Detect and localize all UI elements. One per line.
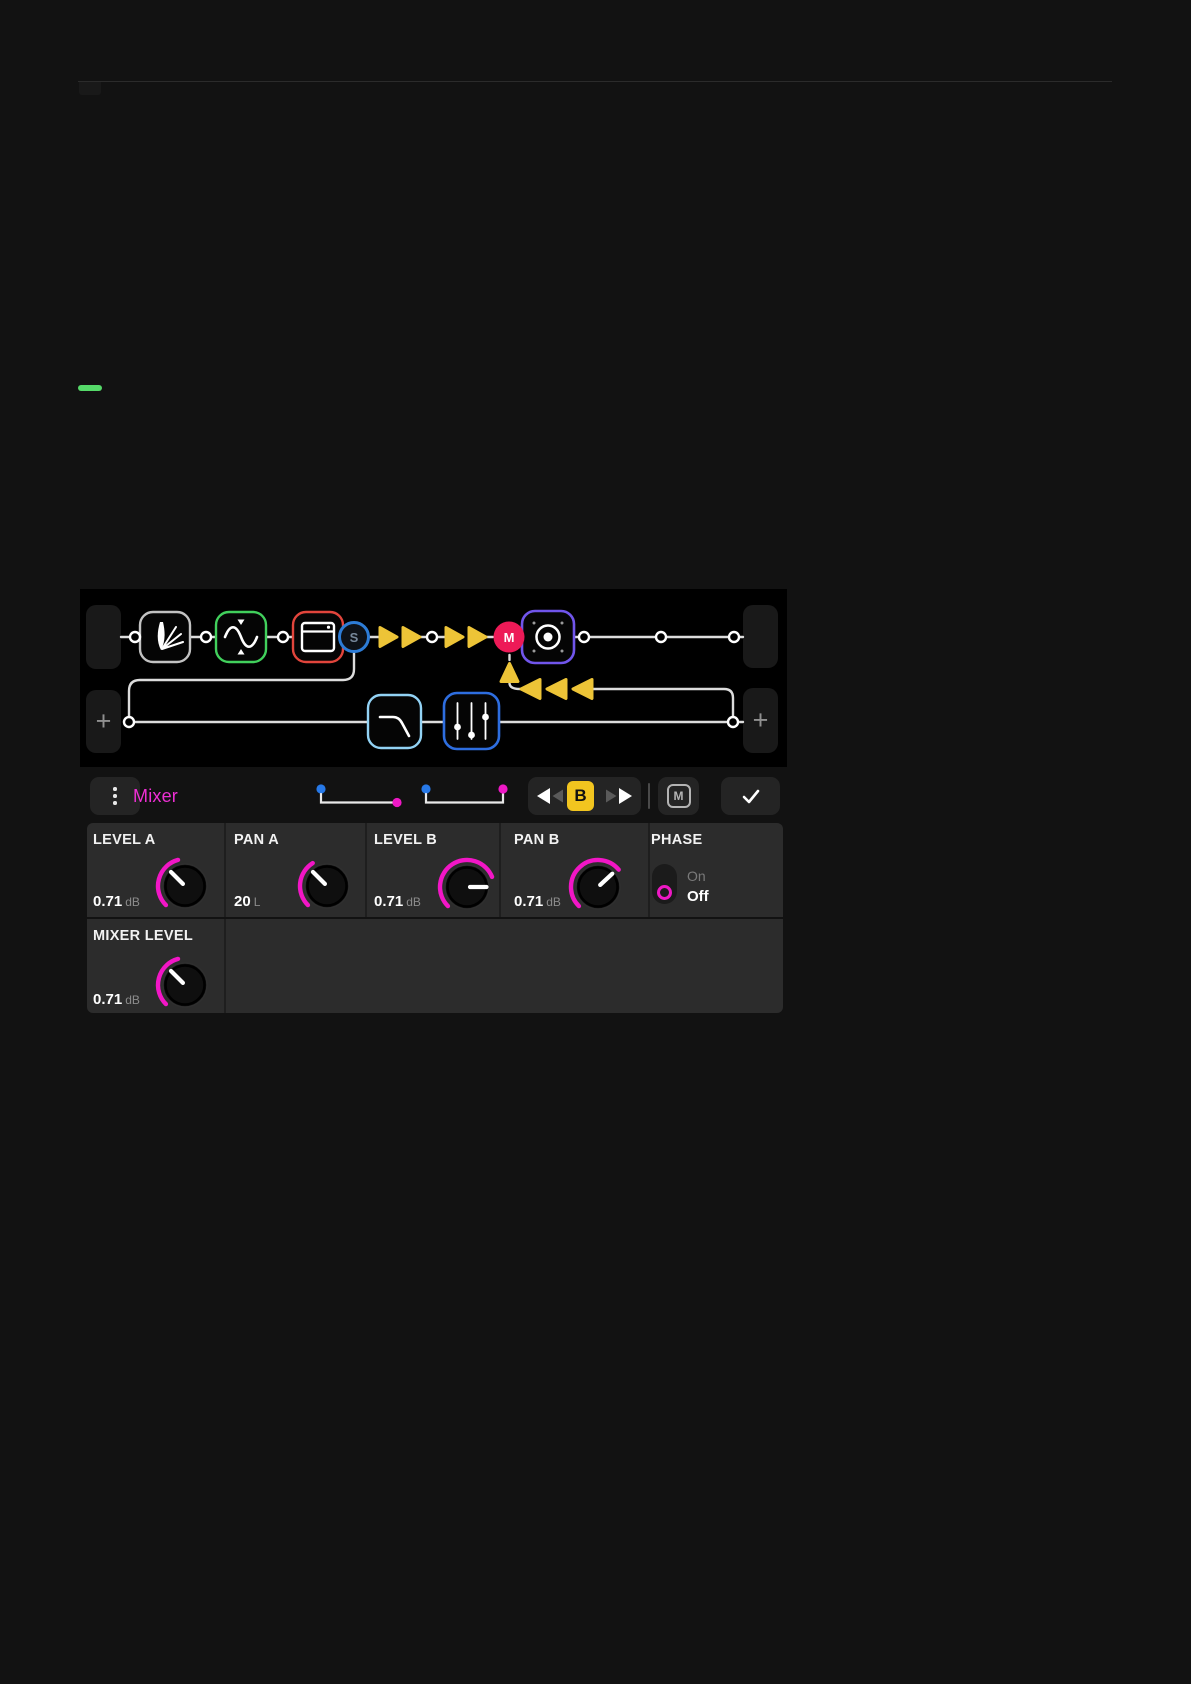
arrow-right-icon (380, 628, 397, 647)
add-block-right-button[interactable]: + (743, 688, 778, 753)
phase-off-indicator-icon (657, 885, 672, 900)
top-divider-notch (79, 82, 101, 95)
param-value: 0.71dB (93, 893, 140, 910)
connection-node (656, 632, 666, 642)
pan-b-knob[interactable] (566, 855, 630, 919)
block-cab[interactable] (522, 611, 574, 663)
signal-wires (121, 637, 743, 722)
param-label: LEVEL A (93, 832, 156, 848)
parameters-row-2: MIXER LEVEL 0.71dB (87, 919, 783, 1013)
connection-node (729, 632, 739, 642)
block-mixer-selected[interactable] (444, 693, 499, 749)
level-a-knob[interactable] (153, 854, 217, 918)
arrow-left-icon (573, 680, 592, 699)
header-separator (648, 783, 650, 809)
param-value: 0.71dB (374, 893, 421, 910)
previous-path-icon[interactable] (537, 788, 565, 804)
block-modulation[interactable] (216, 612, 266, 662)
range-start-dot (421, 784, 430, 793)
range-down-indicator[interactable] (313, 780, 408, 810)
block-low-pass-filter[interactable] (368, 695, 421, 748)
connection-node (278, 632, 288, 642)
param-label: PHASE (651, 832, 702, 848)
green-indicator-dash (78, 385, 102, 391)
connection-node (130, 632, 140, 642)
connection-node (124, 717, 134, 727)
param-label: LEVEL B (374, 832, 437, 848)
merge-node[interactable]: M (494, 622, 525, 653)
block-spring-reverb[interactable] (140, 612, 190, 662)
top-divider (78, 81, 1112, 82)
param-label: PAN A (234, 832, 279, 848)
param-label: PAN B (514, 832, 560, 848)
svg-text:+: + (753, 705, 769, 735)
connection-node (427, 632, 437, 642)
output-endpoint-block[interactable] (743, 605, 778, 668)
arrow-left-icon (521, 680, 540, 699)
checkmark-icon (739, 785, 763, 807)
connection-node (579, 632, 589, 642)
kebab-menu-icon (113, 787, 117, 805)
arrow-up-icon (501, 664, 518, 682)
app-screen: + + (0, 0, 1191, 1684)
path-badge[interactable]: B (567, 781, 594, 811)
connection-node (201, 632, 211, 642)
param-value: 0.71dB (514, 893, 561, 910)
connection-node (728, 717, 738, 727)
confirm-button[interactable] (721, 777, 780, 815)
m-badge-icon: M (667, 784, 691, 808)
svg-text:M: M (504, 630, 515, 645)
signal-chain-panel: + + (80, 589, 787, 767)
input-endpoint-block[interactable] (86, 605, 121, 669)
mixer-level-knob[interactable] (153, 953, 217, 1013)
range-start-dot (316, 784, 325, 793)
arrow-right-icon (469, 628, 486, 647)
pan-a-knob[interactable] (295, 854, 359, 918)
level-b-knob[interactable] (435, 855, 499, 919)
next-path-icon[interactable] (604, 788, 632, 804)
range-end-dot (392, 798, 401, 807)
svg-text:S: S (350, 630, 359, 645)
add-block-left-button[interactable]: + (86, 690, 121, 753)
split-node[interactable]: S (340, 623, 369, 652)
range-up-indicator[interactable] (418, 780, 513, 810)
editor-title: Mixer (133, 786, 178, 807)
parameters-panel: LEVEL A PAN A LEVEL B PAN B PHASE (87, 823, 783, 1013)
path-selector-group: B (528, 777, 641, 815)
arrow-right-icon (446, 628, 463, 647)
phase-option-off[interactable]: Off (687, 888, 709, 905)
svg-text:+: + (96, 706, 112, 736)
m-toggle-button[interactable]: M (658, 777, 699, 815)
phase-option-on[interactable]: On (687, 868, 706, 884)
param-value: 20L (234, 893, 260, 910)
parameters-row-1: LEVEL A PAN A LEVEL B PAN B PHASE (87, 823, 783, 917)
range-end-dot (498, 784, 507, 793)
arrow-left-icon (547, 680, 566, 699)
param-value: 0.71dB (93, 991, 140, 1008)
arrow-right-icon (403, 628, 420, 647)
param-label: MIXER LEVEL (93, 928, 193, 944)
phase-toggle[interactable] (652, 864, 677, 904)
block-amp[interactable] (293, 612, 343, 662)
